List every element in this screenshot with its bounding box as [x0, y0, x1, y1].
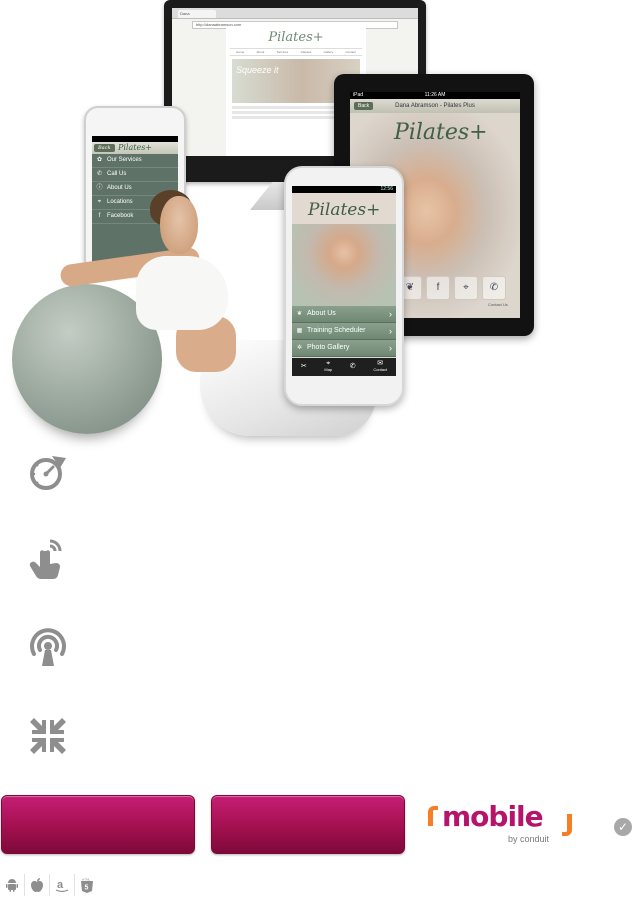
mobile-by-conduit-logo: mobile by conduit [428, 800, 576, 850]
woman-top [136, 256, 228, 330]
android-photo [292, 224, 396, 306]
android-tab: ✆ [349, 363, 356, 370]
calendar-icon: ▦ [296, 328, 303, 334]
iphone-menu-item: ✆ Call Us [92, 168, 178, 182]
android-tab-label: Contact [373, 367, 388, 372]
iphone-menu-item: ✿ Our Services [92, 154, 178, 168]
phone-icon: ✆ [349, 363, 356, 370]
amazon-icon: a [50, 874, 75, 896]
svg-text:a: a [57, 879, 64, 891]
android-tab: ✂ [300, 363, 307, 370]
logo-bracket-left [428, 806, 438, 826]
iphone-menu-label: Facebook [107, 213, 134, 219]
android-tab-bar: ✂ ⌖ Map ✆ ✉ Contact [292, 358, 396, 376]
android-menu: ❦ About Us ▦ Training Scheduler ✲ Photo Gal… [292, 306, 396, 357]
platform-icons: a HTML 5 [0, 874, 99, 896]
scissors-icon: ✂ [300, 363, 307, 370]
android-menu-label: Photo Gallery [307, 344, 350, 351]
woman-face [160, 196, 198, 254]
site-banner-text: Squeeze it [236, 65, 279, 75]
facebook-icon: f [98, 213, 101, 219]
info-icon: ⓘ [96, 185, 103, 191]
site-nav-item: Contact [345, 50, 356, 54]
android-tab: ⌖ Map [324, 360, 333, 373]
tablet-icon-label: Contact Us [488, 302, 508, 307]
site-nav-item: Classes [300, 50, 312, 54]
collapse-arrows-icon [26, 714, 70, 758]
phone-icon: ✆ [482, 276, 506, 300]
android-menu-label: About Us [307, 310, 336, 317]
tablet-status-bar: iPad 11:26 AM [350, 92, 520, 99]
android-tab-label: Map [324, 367, 333, 372]
iphone-logo: Pilates+ [117, 143, 153, 152]
apple-icon [25, 874, 50, 896]
logo-bracket-right [562, 814, 572, 836]
site-nav: Home About Services Classes Gallery Cont… [230, 48, 362, 56]
android-screen: 12:56 Pilates+ ❦ About Us ▦ Training Sched… [292, 186, 396, 376]
android-menu-item: ❦ About Us [292, 306, 396, 323]
iphone-back-button: Back [94, 144, 115, 152]
leaf-icon: ❦ [296, 311, 303, 317]
html5-label: HTML [82, 878, 90, 882]
site-logo: Pilates+ [268, 30, 324, 45]
html5-icon: HTML 5 [75, 874, 99, 896]
iphone-menu-label: Our Services [107, 157, 142, 163]
iphone-menu-label: About Us [107, 185, 132, 191]
tablet-time: 11:26 AM [424, 92, 446, 98]
hero-devices-image: Dana http://danaabramson.com Pilates+ Ho… [0, 0, 632, 440]
android-status-bar: 12:56 [292, 186, 396, 193]
iphone-menu-label: Call Us [107, 171, 127, 177]
site-nav-item: Services [276, 50, 289, 54]
tablet-back-button: Back [354, 102, 374, 110]
phone-icon: ✆ [96, 171, 103, 177]
tablet-icon-row: ❦ f ⌖ ✆ [398, 276, 506, 300]
broadcast-signal-icon [26, 626, 70, 670]
iphone-nav-bar: Back Pilates+ [92, 142, 178, 154]
tablet-carrier: iPad [353, 92, 364, 98]
browser-tab: Dana [178, 10, 216, 18]
android-menu-item: ▦ Training Scheduler [292, 323, 396, 340]
android-icon [0, 874, 25, 896]
iphone-menu-label: Locations [107, 199, 133, 205]
site-nav-item: Gallery [323, 50, 334, 54]
android-logo: Pilates+ [308, 200, 381, 220]
site-nav-item: About [256, 50, 265, 54]
speed-clock-icon [26, 450, 70, 494]
android-tab: ✉ Contact [373, 360, 388, 373]
tablet-title: Dana Abramson - Pilates Plus [395, 103, 475, 109]
site-nav-item: Home [236, 50, 245, 54]
logo-byline: by conduit [508, 834, 550, 844]
facebook-icon: f [426, 276, 450, 300]
tablet-logo: Pilates+ [394, 120, 488, 145]
services-icon: ✿ [96, 157, 103, 163]
browser-tab-bar: Dana [172, 8, 418, 19]
map-icon: ⌖ [454, 276, 478, 300]
android-menu-label: Training Scheduler [307, 327, 366, 334]
cta-button-right[interactable] [211, 795, 405, 854]
location-pin-icon: ⌖ [97, 199, 102, 205]
logo-wordmark: mobile [442, 800, 544, 833]
svg-text:5: 5 [85, 885, 89, 892]
android-device: 12:56 Pilates+ ❦ About Us ▦ Training Sched… [284, 166, 404, 406]
photo-icon: ✲ [296, 345, 303, 351]
tablet-nav-bar: Back Dana Abramson - Pilates Plus [350, 99, 520, 113]
cta-button-left[interactable] [1, 795, 195, 854]
android-menu-item: ✲ Photo Gallery [292, 340, 396, 357]
check-icon: ✓ [614, 818, 632, 836]
touch-hand-icon [26, 537, 70, 581]
